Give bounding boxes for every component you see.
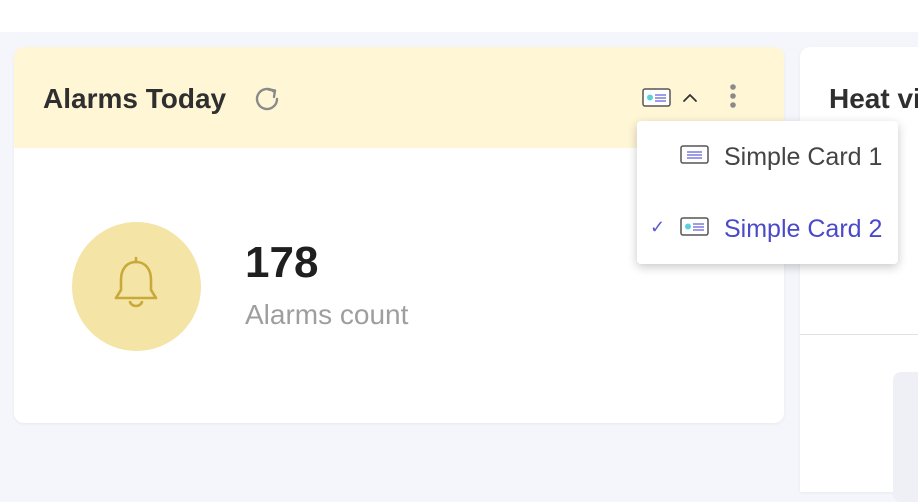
refresh-icon[interactable]	[251, 83, 283, 115]
heat-widget-content	[893, 372, 918, 502]
alarms-count-value: 178	[245, 238, 319, 287]
chevron-up-icon	[682, 91, 698, 109]
dropdown-item-label: Simple Card 1	[724, 143, 883, 171]
heat-widget-title: Heat vi	[829, 83, 918, 114]
simple-card-2-icon	[680, 217, 710, 242]
card-style-toggle[interactable]	[642, 87, 702, 113]
alarms-count-label: Alarms count	[245, 299, 409, 330]
check-icon: ✓	[650, 217, 666, 237]
top-bar	[0, 0, 918, 32]
card-style-icon	[642, 88, 672, 113]
widget-title: Alarms Today	[43, 83, 227, 114]
alarm-icon-badge	[72, 222, 201, 351]
simple-card-1-icon	[680, 145, 710, 170]
divider	[800, 334, 918, 335]
dropdown-item-label: Simple Card 2	[724, 215, 883, 243]
more-vertical-icon[interactable]	[724, 83, 742, 113]
card-style-dropdown: Simple Card 1 ✓ Simple Card 2	[637, 121, 898, 264]
dropdown-item-simple-card-1[interactable]: Simple Card 1	[637, 121, 898, 193]
dropdown-item-simple-card-2[interactable]: ✓ Simple Card 2	[637, 193, 898, 265]
heat-widget: Heat vi	[800, 47, 918, 502]
